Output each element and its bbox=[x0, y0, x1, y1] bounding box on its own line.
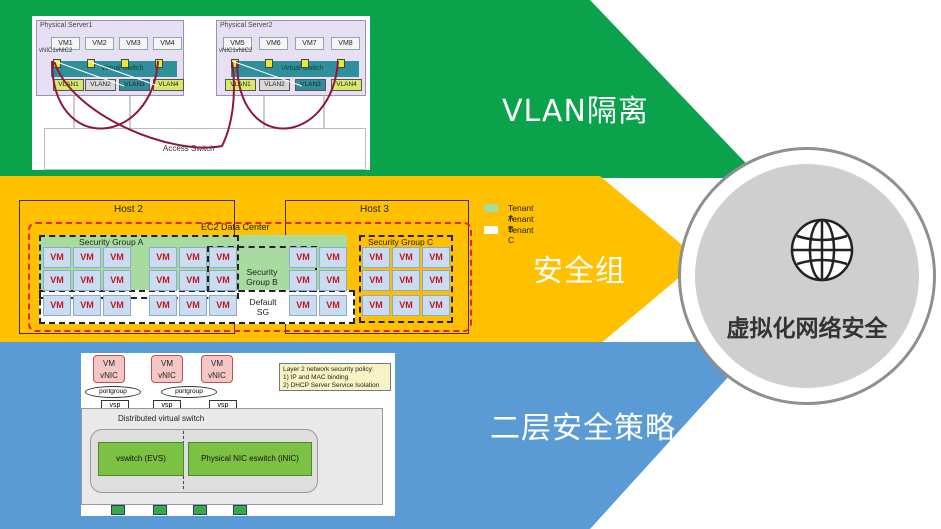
vnic-label: vNIC bbox=[158, 371, 176, 380]
vm-tile: VM bbox=[73, 270, 101, 291]
host-2-label: Host 2 bbox=[114, 204, 143, 215]
vm-tile: VM bbox=[103, 270, 131, 291]
vm-label: VM bbox=[103, 359, 115, 368]
security-group-diagram: Host 2 Host 3 EC2 Data Center Security G… bbox=[19, 200, 472, 334]
vm-tile: VM bbox=[362, 295, 390, 316]
vm-tile: VM bbox=[422, 270, 450, 291]
vm-tile: VM bbox=[43, 295, 71, 316]
data-center-label: EC2 Data Center bbox=[201, 222, 270, 232]
legend-swatch bbox=[484, 204, 498, 212]
center-title: 虚拟化网络安全 bbox=[726, 316, 888, 342]
vm-tile: VM bbox=[319, 270, 347, 291]
vm-tile: VM bbox=[149, 295, 177, 316]
vm-tile: VM bbox=[73, 247, 101, 268]
policy-callout: Layer 2 network security policy: 1) IP a… bbox=[279, 363, 391, 391]
vm-tile: VM bbox=[179, 270, 207, 291]
policy-title: Layer 2 network security policy: bbox=[283, 366, 374, 373]
portgroup: portgroup bbox=[161, 386, 217, 398]
nic-port-icon bbox=[233, 505, 247, 515]
vm-tile: VM bbox=[73, 295, 101, 316]
vm-tile: VM bbox=[43, 247, 71, 268]
l2-policy-diagram: VM vNIC VM vNIC VM vNIC portgroup portgr… bbox=[81, 353, 395, 516]
vm-tile: VM bbox=[149, 270, 177, 291]
vm-tile: VM bbox=[392, 295, 420, 316]
vm-label: VM bbox=[161, 359, 173, 368]
globe-icon bbox=[790, 218, 854, 282]
vm-vnic-box: VM vNIC bbox=[93, 355, 125, 383]
vm-vnic-box: VM vNIC bbox=[201, 355, 233, 383]
sg-b-label: Security Group B bbox=[246, 267, 278, 287]
vm-tile: VM bbox=[43, 270, 71, 291]
distributed-virtual-switch: Distributed virtual switch vswitch (EVS)… bbox=[81, 408, 383, 505]
vm-tile: VM bbox=[422, 247, 450, 268]
vnic-label: vNIC bbox=[208, 371, 226, 380]
policy-item: 1) IP and MAC binding bbox=[283, 374, 349, 381]
sg-c-label: Security Group C bbox=[368, 237, 434, 247]
vm-tile: VM bbox=[362, 247, 390, 268]
vm-tile: VM bbox=[392, 247, 420, 268]
dvs-label: Distributed virtual switch bbox=[118, 414, 205, 423]
vm-tile: VM bbox=[149, 247, 177, 268]
vm-tile: VM bbox=[289, 295, 317, 316]
l2-security-policy-label: 二层安全策略 bbox=[490, 411, 676, 446]
nic-port-icon bbox=[153, 505, 167, 515]
nic-port-icon bbox=[111, 505, 125, 515]
vm-tile: VM bbox=[362, 270, 390, 291]
vm-tile: VM bbox=[179, 295, 207, 316]
vm-tile: VM bbox=[209, 295, 237, 316]
vm-vnic-box: VM vNIC bbox=[151, 355, 183, 383]
policy-item: 2) DHCP Server Service Isolation bbox=[283, 382, 380, 389]
vlan-links bbox=[51, 60, 339, 149]
legend-swatch bbox=[484, 215, 498, 223]
security-group-label: 安全组 bbox=[533, 254, 626, 289]
vm-tile: VM bbox=[103, 295, 131, 316]
vm-tile: VM bbox=[422, 295, 450, 316]
portgroup: portgroup bbox=[85, 386, 141, 398]
center-circle-inner: 虚拟化网络安全 bbox=[695, 164, 919, 388]
vm-tile: VM bbox=[289, 247, 317, 268]
vm-tile: VM bbox=[103, 247, 131, 268]
nic-port-icon bbox=[193, 505, 207, 515]
vm-tile: VM bbox=[209, 270, 237, 291]
vm-tile: VM bbox=[319, 247, 347, 268]
vm-tile: VM bbox=[209, 247, 237, 268]
vm-tile: VM bbox=[179, 247, 207, 268]
host-3-label: Host 3 bbox=[360, 204, 389, 215]
vnic-label: vNIC bbox=[100, 371, 118, 380]
default-sg-label: Default SG bbox=[249, 297, 277, 317]
center-circle: 虚拟化网络安全 bbox=[678, 147, 936, 405]
inic-box: Physical NIC eswitch (iNIC) bbox=[188, 442, 312, 476]
vlan-diagram: Physical Server1 VM1 VM2 VM3 VM4 vNIC1vN… bbox=[32, 16, 370, 170]
vm-label: VM bbox=[211, 359, 223, 368]
legend-label: Tenant C bbox=[508, 225, 534, 245]
vm-tile: VM bbox=[319, 295, 347, 316]
legend-swatch bbox=[484, 226, 498, 234]
sg-a-label: Security Group A bbox=[79, 237, 144, 247]
evs-box: vswitch (EVS) bbox=[98, 442, 184, 476]
vlan-isolation-label: VLAN隔离 bbox=[502, 94, 649, 129]
vm-tile: VM bbox=[289, 270, 317, 291]
vm-tile: VM bbox=[392, 270, 420, 291]
